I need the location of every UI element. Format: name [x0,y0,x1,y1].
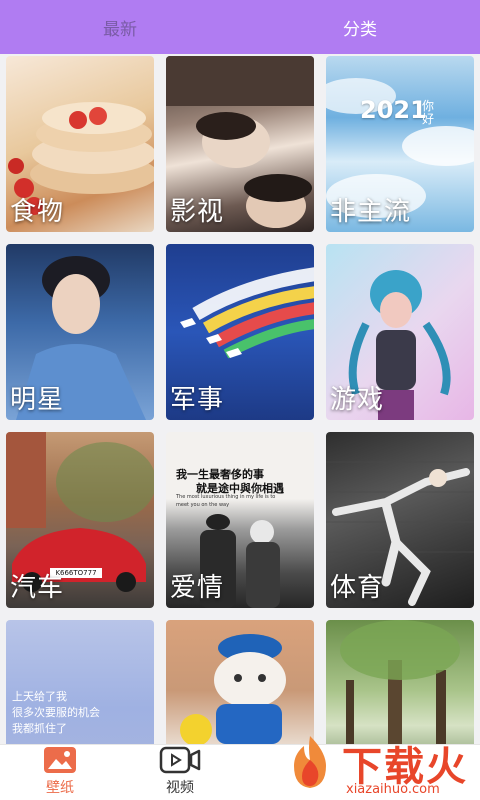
category-card-sports[interactable]: 体育 [326,432,474,608]
year-overlay-text: 2021 [360,96,427,124]
nav-wallpaper-label: 壁纸 [46,780,74,796]
handwriting-line-1: 上天给了我 [12,690,67,703]
tab-category[interactable]: 分类 [240,0,480,54]
category-card-military[interactable]: 军事 [166,244,314,420]
image-icon [44,747,76,773]
category-card-food[interactable]: 食物 [6,56,154,232]
category-card-game[interactable]: 游戏 [326,244,474,420]
nav-wallpaper[interactable]: 壁纸 [25,745,95,800]
card-label: 爱情 [170,573,225,603]
card-label: 汽车 [10,573,65,603]
handwriting-line-3: 我都抓住了 [12,722,67,735]
category-card-quote[interactable]: 上天给了我 很多次要服的机会 我都抓住了 [6,620,154,744]
card-label: 影视 [170,197,225,227]
forest-illustration [340,620,460,744]
tab-latest[interactable]: 最新 [0,0,240,54]
greeting-overlay-text: 你好 [422,99,435,126]
flame-icon [294,736,326,788]
handwriting-line-2: 很多次要服的机会 [12,706,100,719]
card-label: 明星 [10,385,65,415]
category-card-car[interactable]: K666TO777 汽车 [6,432,154,608]
category-card-love[interactable]: 我一生最奢侈的事 就是途中與你相遇 The most luxurious thi… [166,432,314,608]
top-tab-bar: 最新 分类 [0,0,480,54]
category-card-film[interactable]: 影视 [166,56,314,232]
category-card-celebrity[interactable]: 明星 [6,244,154,420]
card-label: 非主流 [330,197,412,227]
watermark-url: xiazaihuo.com [346,782,440,797]
card-label: 游戏 [330,385,385,415]
nav-video[interactable]: 视频 [145,745,215,800]
category-grid: 食物 影视 2021 你好 非主流 明星 军事 游戏 K666TO777 汽车 … [0,54,480,744]
cat-illustration [180,634,286,744]
nav-video-label: 视频 [166,780,194,796]
category-card-alternative[interactable]: 2021 你好 非主流 [326,56,474,232]
video-icon [159,746,201,774]
category-card-nature[interactable] [326,620,474,744]
card-label: 军事 [170,385,225,415]
card-label: 体育 [330,573,385,603]
watermark-logo: 下载火 xiazaihuo.com [282,732,480,800]
card-label: 食物 [10,197,65,227]
category-card-pet[interactable] [166,620,314,744]
